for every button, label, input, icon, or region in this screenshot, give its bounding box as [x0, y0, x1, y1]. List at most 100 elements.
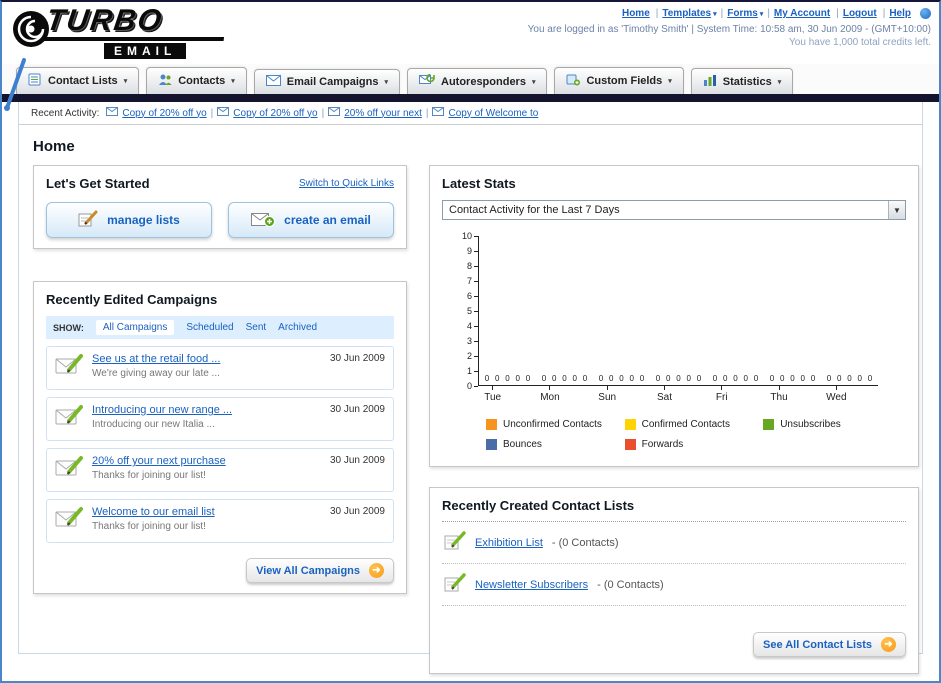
- campaign-filter-bar: SHOW: All Campaigns Scheduled Sent Archi…: [46, 316, 394, 339]
- legend-swatch: [624, 419, 636, 430]
- switch-quick-links-link[interactable]: Switch to Quick Links: [299, 178, 394, 189]
- envelope-icon: [217, 107, 230, 119]
- pencil-list-icon: [78, 210, 98, 230]
- help-bubble-icon[interactable]: [920, 8, 931, 19]
- chart-category-group: 00000: [479, 236, 536, 385]
- manage-lists-button[interactable]: manage lists: [46, 202, 212, 238]
- recent-activity-link[interactable]: 20% off your next: [344, 108, 422, 119]
- tab-custom-fields[interactable]: Custom Fields ▾: [554, 67, 684, 94]
- contact-list-item[interactable]: Exhibition List - (0 Contacts): [442, 522, 906, 564]
- content-frame: Recent Activity: Copy of 20% off yo | Co…: [18, 102, 923, 674]
- campaign-title-link[interactable]: Introducing our new range ...: [92, 404, 321, 416]
- chart-value-label: 0: [837, 374, 842, 383]
- top-nav-link[interactable]: Forms ▾: [727, 8, 763, 19]
- list-pencil-icon: [444, 573, 466, 596]
- chart-category-group: 00000: [707, 236, 764, 385]
- chart-value-label: 0: [810, 374, 816, 383]
- tab-email-campaigns[interactable]: Email Campaigns ▾: [253, 69, 400, 94]
- tab-contact-lists[interactable]: Contact Lists ▾: [16, 67, 140, 94]
- campaign-title-link[interactable]: See us at the retail food ...: [92, 353, 321, 365]
- legend-label: Confirmed Contacts: [641, 419, 730, 430]
- chart-value-label: 0: [639, 374, 645, 383]
- contact-list-item[interactable]: Newsletter Subscribers - (0 Contacts): [442, 564, 906, 606]
- chart-value-label: 0: [505, 374, 510, 383]
- x-axis-label: Sat: [636, 386, 693, 403]
- chart-value-label: 0: [609, 374, 614, 383]
- chart-value-label: 0: [525, 374, 531, 383]
- top-nav-link[interactable]: Home: [622, 8, 652, 19]
- envelope-pencil-icon: [55, 353, 83, 382]
- tab-autoresponders[interactable]: Autoresponders ▾: [407, 68, 548, 94]
- create-email-button[interactable]: create an email: [228, 202, 394, 238]
- top-nav-link[interactable]: Logout: [843, 8, 879, 19]
- chart-category-group: 00000: [764, 236, 821, 385]
- envelope-pencil-icon: [55, 506, 83, 535]
- chart-value-label: 0: [780, 374, 785, 383]
- top-nav-item: Forms ▾ |: [727, 8, 770, 19]
- filter-sent[interactable]: Sent: [246, 322, 267, 333]
- chart-value-label: 0: [769, 374, 775, 383]
- recent-activity-link[interactable]: Copy of 20% off yo: [233, 108, 317, 119]
- contact-lists-icon: [28, 73, 42, 89]
- campaign-text: 20% off your next purchase Thanks for jo…: [92, 455, 321, 481]
- chart-value-label: 0: [655, 374, 661, 383]
- chevron-down-icon: ▾: [713, 11, 717, 19]
- legend-label: Forwards: [641, 439, 684, 450]
- filter-archived[interactable]: Archived: [278, 322, 317, 333]
- activity-separator: |: [425, 107, 429, 119]
- campaign-list-item[interactable]: Welcome to our email list Thanks for joi…: [46, 499, 394, 543]
- credits-info: You have 1,000 total credits left.: [789, 37, 931, 49]
- x-axis-label: Sun: [579, 386, 636, 403]
- latest-stats-title: Latest Stats: [442, 176, 516, 191]
- campaign-title-link[interactable]: 20% off your next purchase: [92, 455, 321, 467]
- chart-value-label: 0: [696, 374, 702, 383]
- speedometer-needle: [4, 58, 30, 117]
- recent-activity-label: Recent Activity:: [31, 107, 100, 119]
- chart-category-group: 00000: [650, 236, 707, 385]
- see-all-contact-lists-button[interactable]: See All Contact Lists ➜: [752, 632, 906, 657]
- campaign-title-link[interactable]: Welcome to our email list: [92, 506, 321, 518]
- legend-swatch: [763, 419, 775, 430]
- campaign-list-item[interactable]: Introducing our new range ... Introducin…: [46, 397, 394, 441]
- show-label: SHOW:: [53, 322, 84, 333]
- top-nav-link[interactable]: My Account: [774, 8, 832, 19]
- filter-scheduled[interactable]: Scheduled: [186, 322, 233, 333]
- x-axis-label: Thu: [750, 386, 807, 403]
- chart-value-label: 0: [666, 374, 671, 383]
- tab-statistics[interactable]: Statistics ▾: [690, 68, 794, 94]
- campaign-subtitle: Thanks for joining our list!: [92, 470, 206, 481]
- legend-item: Unconfirmed Contacts: [486, 419, 625, 430]
- contact-list-link[interactable]: Newsletter Subscribers: [475, 579, 588, 591]
- chart-value-label: 0: [743, 374, 748, 383]
- chart-category-group: 00000: [593, 236, 650, 385]
- turbo-email-logo[interactable]: TURBO EMAIL: [12, 4, 282, 64]
- top-nav-link[interactable]: Templates ▾: [662, 8, 716, 19]
- filter-all-campaigns[interactable]: All Campaigns: [95, 320, 175, 335]
- contact-list-count: - (0 Contacts): [551, 536, 619, 549]
- top-nav-item: Help: [889, 8, 917, 19]
- bar-chart-icon: [703, 74, 717, 89]
- list-pencil-icon: [444, 531, 466, 554]
- legend-swatch: [486, 439, 497, 450]
- x-axis-label: Fri: [693, 386, 750, 403]
- view-all-campaigns-button[interactable]: View All Campaigns ➜: [246, 558, 394, 583]
- top-nav-item: Home |: [622, 8, 658, 19]
- recent-activity-link[interactable]: Copy of Welcome to: [448, 108, 538, 119]
- campaign-list-item[interactable]: See us at the retail food ... We're givi…: [46, 346, 394, 390]
- chevron-down-icon: ▾: [384, 79, 388, 86]
- chart-value-label: 0: [572, 374, 577, 383]
- envelope-plus-icon: [251, 211, 276, 230]
- tab-contacts[interactable]: Contacts ▾: [146, 67, 247, 94]
- legend-item: Confirmed Contacts: [624, 419, 764, 430]
- contact-list-link[interactable]: Exhibition List: [475, 537, 543, 549]
- chart-value-label: 0: [686, 374, 691, 383]
- stats-period-select[interactable]: Contact Activity for the Last 7 Days ▼: [442, 200, 906, 220]
- legend-label: Unconfirmed Contacts: [503, 419, 602, 430]
- top-nav-link[interactable]: Help: [889, 8, 913, 19]
- campaign-list-item[interactable]: 20% off your next purchase Thanks for jo…: [46, 448, 394, 492]
- recent-activity-items: Copy of 20% off yo | Copy of 20% off yo …: [106, 107, 542, 119]
- legend-item: Forwards: [624, 439, 764, 450]
- campaign-date: 30 Jun 2009: [329, 404, 385, 415]
- contact-list-count: - (0 Contacts): [597, 578, 664, 591]
- recent-activity-link[interactable]: Copy of 20% off yo: [122, 108, 206, 119]
